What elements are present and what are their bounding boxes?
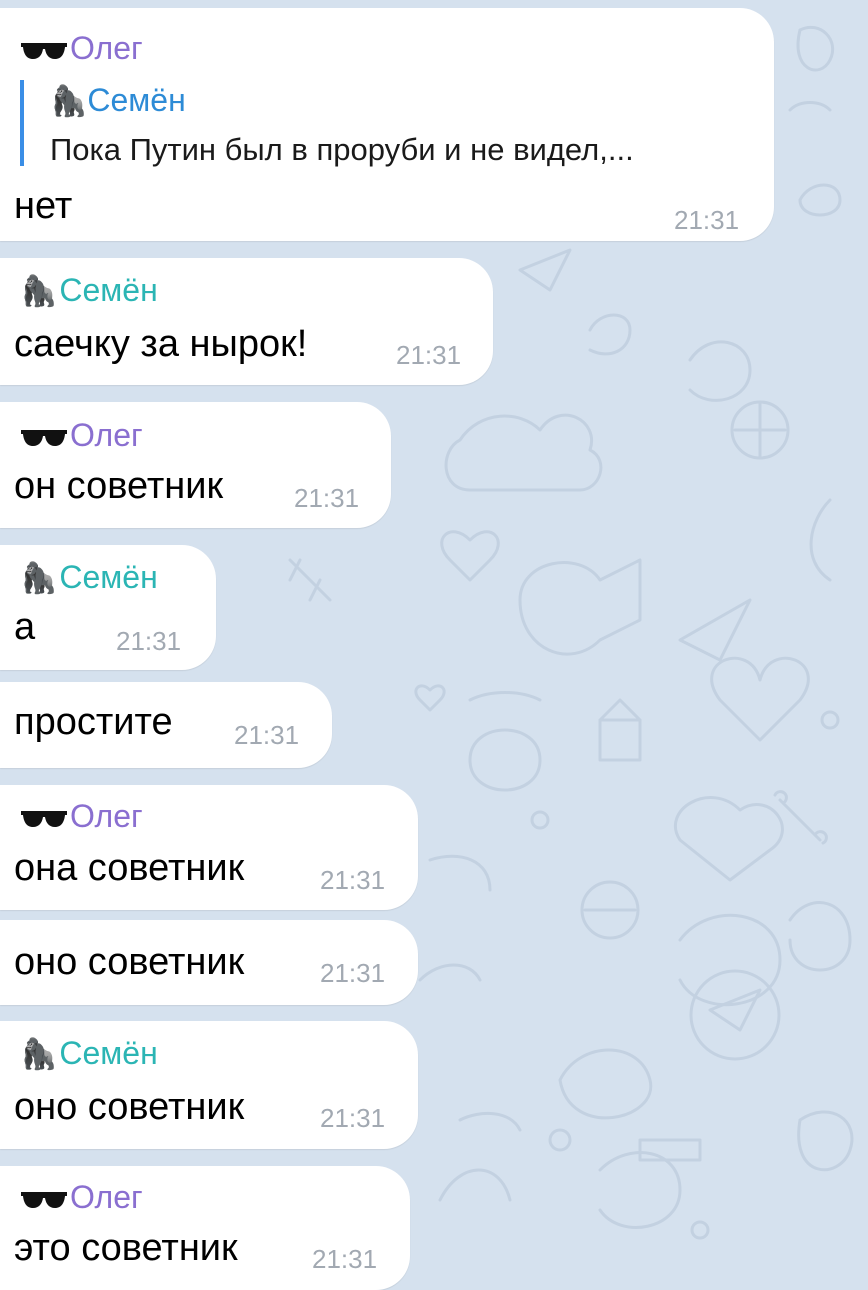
gorilla-icon: 🦍 <box>20 275 58 308</box>
message-bubble[interactable]: 🦍Семён а 21:31 <box>0 545 216 670</box>
sender-name[interactable]: 🦍Семён <box>20 272 158 310</box>
sender-name[interactable]: Олег <box>20 798 143 834</box>
sunglasses-icon <box>20 417 68 453</box>
sender-name[interactable]: 🦍Семён <box>20 559 158 597</box>
gorilla-icon: 🦍 <box>20 562 58 595</box>
gorilla-icon: 🦍 <box>50 85 88 118</box>
sender-name-label: Олег <box>70 417 143 453</box>
message-time: 21:31 <box>320 958 386 988</box>
message-bubble[interactable]: Олег она советник 21:31 <box>0 785 418 910</box>
message-text: саечку за нырок! <box>14 323 308 365</box>
message-text: а <box>14 606 36 648</box>
message-bubble[interactable]: 🦍Семён саечку за нырок! 21:31 <box>0 258 493 385</box>
sender-name-label: Олег <box>70 798 143 834</box>
gorilla-icon: 🦍 <box>20 1038 58 1071</box>
message-time: 21:31 <box>396 340 462 370</box>
sunglasses-icon <box>20 798 68 834</box>
message-bubble[interactable]: Олег это советник 21:31 <box>0 1166 410 1290</box>
sunglasses-icon <box>20 1179 68 1215</box>
message-time: 21:31 <box>234 720 300 750</box>
sender-name-label: Олег <box>70 1179 143 1215</box>
sunglasses-icon <box>20 30 68 66</box>
reply-text: Пока Путин был в проруби и не видел,... <box>50 132 634 167</box>
message-text: она советник <box>14 847 245 889</box>
message-text: оно советник <box>14 1086 245 1128</box>
sender-name-label: Семён <box>59 272 158 308</box>
reply-sender-label: Семён <box>87 82 186 118</box>
sender-name[interactable]: Олег <box>20 30 143 66</box>
message-bubble[interactable]: Олег 🦍Семён Пока Путин был в проруби и н… <box>0 8 774 241</box>
message-text: нет <box>14 185 73 227</box>
sender-name[interactable]: Олег <box>20 1179 143 1215</box>
message-text: оно советник <box>14 941 245 983</box>
reply-sender: 🦍Семён <box>50 80 186 120</box>
sender-name[interactable]: 🦍Семён <box>20 1035 158 1073</box>
sender-name-label: Семён <box>59 559 158 595</box>
message-text: простите <box>14 701 173 743</box>
message-time: 21:31 <box>320 865 386 895</box>
message-bubble[interactable]: 🦍Семён оно советник 21:31 <box>0 1021 418 1149</box>
message-time: 21:31 <box>294 483 360 513</box>
message-time: 21:31 <box>116 626 182 656</box>
sender-name[interactable]: Олег <box>20 417 143 453</box>
message-text: это советник <box>14 1227 238 1269</box>
message-bubble[interactable]: оно советник 21:31 <box>0 920 418 1005</box>
message-time: 21:31 <box>674 205 740 235</box>
message-bubble[interactable]: Олег он советник 21:31 <box>0 402 391 528</box>
message-text: он советник <box>14 465 224 507</box>
message-time: 21:31 <box>320 1103 386 1133</box>
sender-name-label: Олег <box>70 30 143 66</box>
sender-name-label: Семён <box>59 1035 158 1071</box>
message-bubble[interactable]: простите 21:31 <box>0 682 332 768</box>
message-time: 21:31 <box>312 1244 378 1274</box>
reply-preview[interactable]: 🦍Семён Пока Путин был в проруби и не вид… <box>20 80 634 167</box>
